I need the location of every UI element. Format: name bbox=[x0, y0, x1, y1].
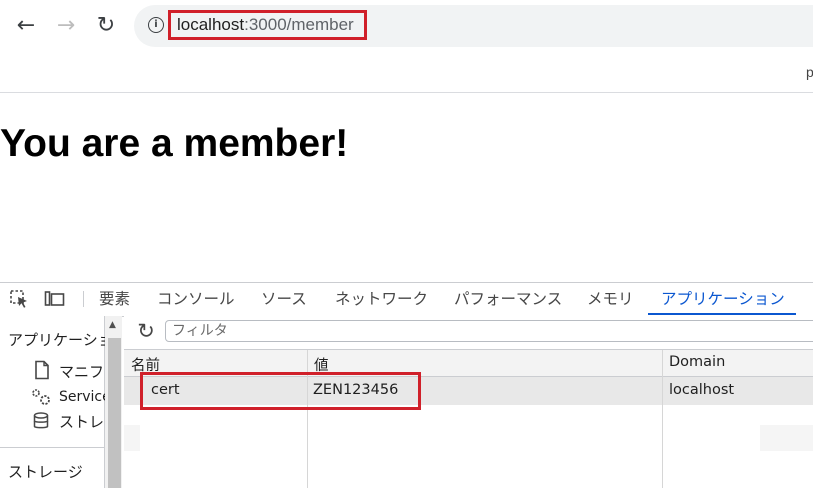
tab-network[interactable]: ネットワーク bbox=[335, 289, 428, 309]
forward-arrow-icon[interactable]: → bbox=[51, 11, 81, 41]
manifest-icon bbox=[34, 360, 50, 380]
service-workers-icon bbox=[30, 387, 52, 407]
sidebar-section-application[interactable]: アプリケーショ bbox=[8, 329, 113, 350]
tab-elements[interactable]: 要素 bbox=[99, 289, 130, 309]
cookie-highlight-box bbox=[140, 372, 421, 410]
url-highlight-box bbox=[168, 10, 367, 40]
sidebar-item-service-workers[interactable]: Service bbox=[59, 389, 111, 405]
tabbar-separator bbox=[83, 291, 84, 307]
scroll-up-arrow-icon[interactable]: ▲ bbox=[109, 320, 116, 330]
device-toolbar-icon[interactable] bbox=[44, 289, 66, 309]
cookie-domain-cell[interactable]: localhost bbox=[669, 382, 734, 398]
column-header-domain[interactable]: Domain bbox=[669, 354, 725, 370]
column-divider bbox=[662, 350, 663, 488]
storage-icon bbox=[33, 412, 49, 430]
tab-memory[interactable]: メモリ bbox=[587, 289, 634, 309]
tab-performance[interactable]: パフォーマンス bbox=[454, 289, 562, 309]
inspect-element-icon[interactable] bbox=[9, 289, 31, 309]
column-divider bbox=[307, 350, 308, 488]
cut-off-toolbar-text: p bbox=[806, 64, 813, 80]
scrollbar-thumb[interactable] bbox=[108, 338, 121, 488]
redacted-area bbox=[140, 405, 760, 483]
site-info-icon[interactable]: i bbox=[148, 17, 164, 33]
sidebar-divider bbox=[0, 447, 104, 448]
page-heading: You are a member! bbox=[0, 122, 349, 165]
sidebar-section-storage[interactable]: ストレージ bbox=[8, 461, 83, 482]
toolbar-divider bbox=[0, 92, 813, 93]
sidebar-item-storage[interactable]: ストレ bbox=[59, 411, 104, 432]
tab-console[interactable]: コンソール bbox=[157, 289, 235, 309]
back-arrow-icon[interactable]: ← bbox=[11, 11, 41, 41]
tab-sources[interactable]: ソース bbox=[261, 289, 307, 309]
filter-input[interactable] bbox=[165, 320, 813, 342]
active-tab-indicator bbox=[648, 313, 796, 315]
reload-icon[interactable]: ↻ bbox=[91, 11, 121, 41]
tab-application[interactable]: アプリケーション bbox=[661, 289, 785, 309]
refresh-icon[interactable]: ↻ bbox=[135, 320, 157, 342]
sidebar-item-manifest[interactable]: マニフ bbox=[59, 361, 104, 382]
